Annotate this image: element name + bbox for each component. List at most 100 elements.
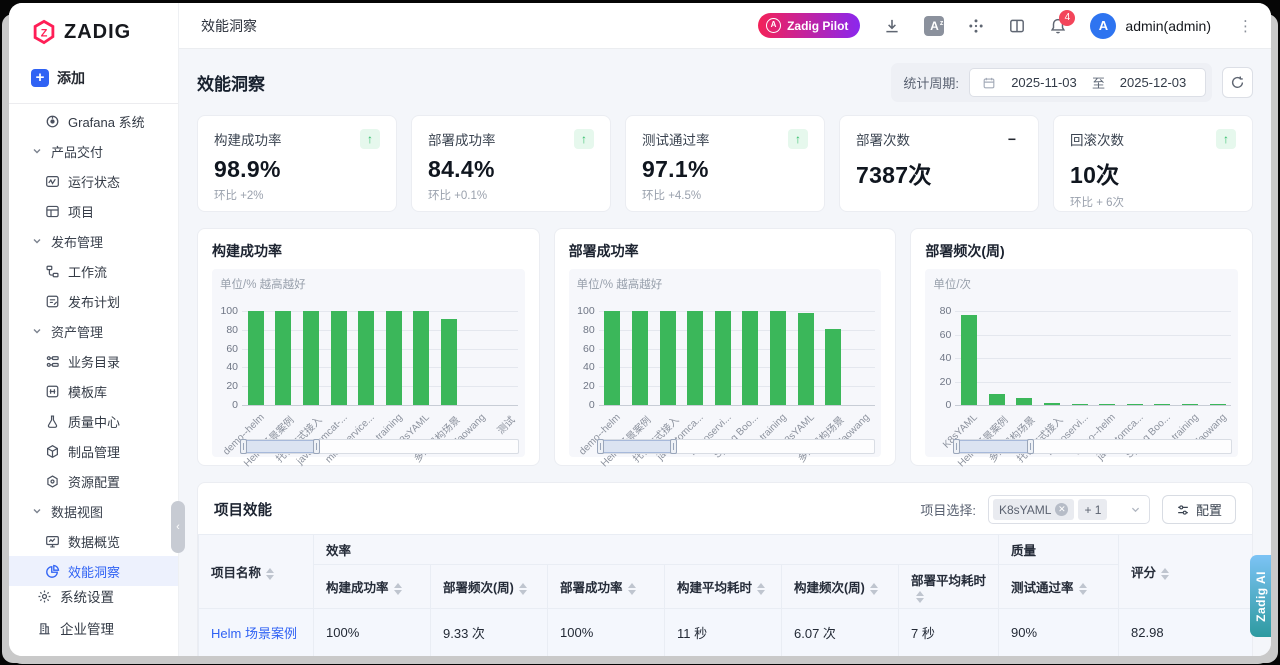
sidebar-bottom-item-0[interactable]: 系统设置: [9, 580, 178, 612]
config-button[interactable]: 配置: [1162, 495, 1236, 524]
col-header[interactable]: 构建平均耗时: [665, 565, 782, 609]
artifact-icon: [45, 444, 60, 459]
sidebar-item-7[interactable]: 资产管理: [9, 316, 178, 346]
chart-card-1: 部署成功率单位/% 越高越好020406080100demo--helmHelm…: [554, 228, 897, 466]
sort-caret-icon[interactable]: [916, 591, 924, 603]
sort-caret-icon[interactable]: [519, 583, 527, 595]
sort-caret-icon[interactable]: [870, 583, 878, 595]
sidebar-item-0[interactable]: Grafana 系统: [9, 106, 178, 136]
project-link[interactable]: Helm 场景案例: [211, 626, 297, 641]
trend-up-icon: ↑: [1216, 129, 1236, 149]
kpi-title: 部署次数: [856, 129, 910, 149]
col-header[interactable]: 部署频次(周): [431, 565, 548, 609]
sort-caret-icon[interactable]: [266, 568, 274, 580]
metric-cell: 7 秒: [899, 609, 999, 657]
datazoom-selection[interactable]: [243, 440, 317, 453]
kpi-top: 回滚次数↑: [1070, 129, 1236, 149]
project-select[interactable]: K8sYAML ✕ + 1: [988, 495, 1150, 524]
sidebar-item-label: 业务目录: [68, 352, 120, 371]
bar-托管方式接入: [660, 311, 676, 405]
sidebar-item-2[interactable]: 运行状态: [9, 166, 178, 196]
bell-icon[interactable]: 4: [1049, 17, 1067, 35]
sidebar-item-11[interactable]: 制品管理: [9, 436, 178, 466]
sidebar-item-5[interactable]: 工作流: [9, 256, 178, 286]
sidebar-item-3[interactable]: 项目: [9, 196, 178, 226]
sidebar-item-12[interactable]: 资源配置: [9, 466, 178, 496]
datazoom-slider[interactable]: [955, 439, 1232, 454]
kpi-top: 测试通过率↑: [642, 129, 808, 149]
sparkles-icon[interactable]: [967, 17, 985, 35]
datazoom-handle-left[interactable]: [240, 439, 247, 454]
logo-text: ZADIG: [64, 21, 131, 44]
bar-java--tomca...: [1127, 404, 1143, 405]
datazoom-selection[interactable]: [956, 440, 1030, 453]
topbar: 效能洞察 A Zadig Pilot Az 4 A admin(admi: [179, 3, 1271, 49]
datazoom-slider[interactable]: [242, 439, 519, 454]
trend-up-icon: ↑: [788, 129, 808, 149]
sort-caret-icon[interactable]: [394, 583, 402, 595]
datazoom-slider[interactable]: [599, 439, 876, 454]
chart-plot: 单位/次020406080K8sYAMLHelm 场景案例多端异构场景托管方式接…: [925, 269, 1238, 457]
more-projects-tag: + 1: [1078, 499, 1107, 520]
sidebar-item-10[interactable]: 质量中心: [9, 406, 178, 436]
zadig-logo-icon: Z: [31, 19, 57, 45]
add-button[interactable]: + 添加: [9, 65, 178, 91]
col-header-project-name[interactable]: 项目名称: [199, 535, 314, 609]
datazoom-handle-left[interactable]: [953, 439, 960, 454]
sidebar-item-4[interactable]: 发布管理: [9, 226, 178, 256]
chevron-down-icon: [31, 235, 43, 247]
sort-caret-icon[interactable]: [757, 583, 765, 595]
sort-caret-icon[interactable]: [628, 583, 636, 595]
datazoom-selection[interactable]: [600, 440, 674, 453]
docs-icon[interactable]: [1008, 17, 1026, 35]
y-axis-tick: 40: [569, 361, 595, 373]
translate-icon[interactable]: Az: [924, 16, 944, 36]
col-header-score[interactable]: 评分: [1119, 535, 1253, 609]
trend-flat-icon: −: [1002, 129, 1022, 149]
sidebar-item-1[interactable]: 产品交付: [9, 136, 178, 166]
topbar-actions: A Zadig Pilot Az 4 A admin(admin) ⋮: [758, 13, 1257, 39]
activity-icon: [45, 174, 60, 189]
user-menu[interactable]: A admin(admin): [1090, 13, 1211, 39]
gridline: [242, 405, 518, 406]
datazoom-handle-left[interactable]: [597, 439, 604, 454]
sidebar-collapse-handle[interactable]: ‹: [171, 501, 185, 553]
datazoom-handle-right[interactable]: [670, 439, 677, 454]
col-header[interactable]: 测试通过率: [999, 565, 1119, 609]
kpi-row: 构建成功率↑98.9%环比 +2%部署成功率↑84.4%环比 +0.1%测试通过…: [197, 115, 1253, 212]
datazoom-handle-right[interactable]: [313, 439, 320, 454]
sort-caret-icon[interactable]: [1079, 583, 1087, 595]
more-icon[interactable]: ⋮: [1234, 17, 1257, 35]
sidebar-item-label: 工作流: [68, 262, 107, 281]
sidebar-item-6[interactable]: 发布计划: [9, 286, 178, 316]
col-header[interactable]: 部署成功率: [548, 565, 665, 609]
tune-icon: [1176, 503, 1190, 517]
date-to[interactable]: 2025-12-03: [1113, 75, 1193, 90]
sidebar-item-label: 效能洞察: [68, 562, 120, 581]
date-range-input[interactable]: 2025-11-03 至 2025-12-03: [969, 68, 1206, 97]
refresh-button[interactable]: [1222, 67, 1253, 98]
datazoom-handle-right[interactable]: [1027, 439, 1034, 454]
sort-caret-icon[interactable]: [1161, 568, 1169, 580]
sidebar-item-9[interactable]: 模板库: [9, 376, 178, 406]
col-header[interactable]: 构建频次(周): [782, 565, 899, 609]
quality-icon: [45, 414, 60, 429]
zadig-ai-tab[interactable]: Zadig AI: [1250, 555, 1271, 637]
sidebar-item-14[interactable]: 数据概览: [9, 526, 178, 556]
sidebar-item-8[interactable]: 业务目录: [9, 346, 178, 376]
metric-cell: 6.07 次: [782, 609, 899, 657]
tag-close-icon[interactable]: ✕: [1055, 503, 1068, 516]
sidebar-bottom-item-1[interactable]: 企业管理: [9, 612, 178, 644]
app-logo[interactable]: Z ZADIG: [9, 3, 178, 45]
col-header[interactable]: 构建成功率: [314, 565, 431, 609]
date-from[interactable]: 2025-11-03: [1004, 75, 1084, 90]
kpi-value: 84.4%: [428, 156, 594, 183]
col-header[interactable]: 部署平均耗时: [899, 565, 999, 609]
selected-project-tag: K8sYAML ✕: [993, 499, 1074, 520]
zadig-pilot-button[interactable]: A Zadig Pilot: [758, 13, 860, 38]
y-axis-tick: 60: [569, 343, 595, 355]
download-icon[interactable]: [883, 17, 901, 35]
y-axis-tick: 80: [212, 324, 238, 336]
sidebar-item-13[interactable]: 数据视图: [9, 496, 178, 526]
kpi-value: 97.1%: [642, 156, 808, 183]
